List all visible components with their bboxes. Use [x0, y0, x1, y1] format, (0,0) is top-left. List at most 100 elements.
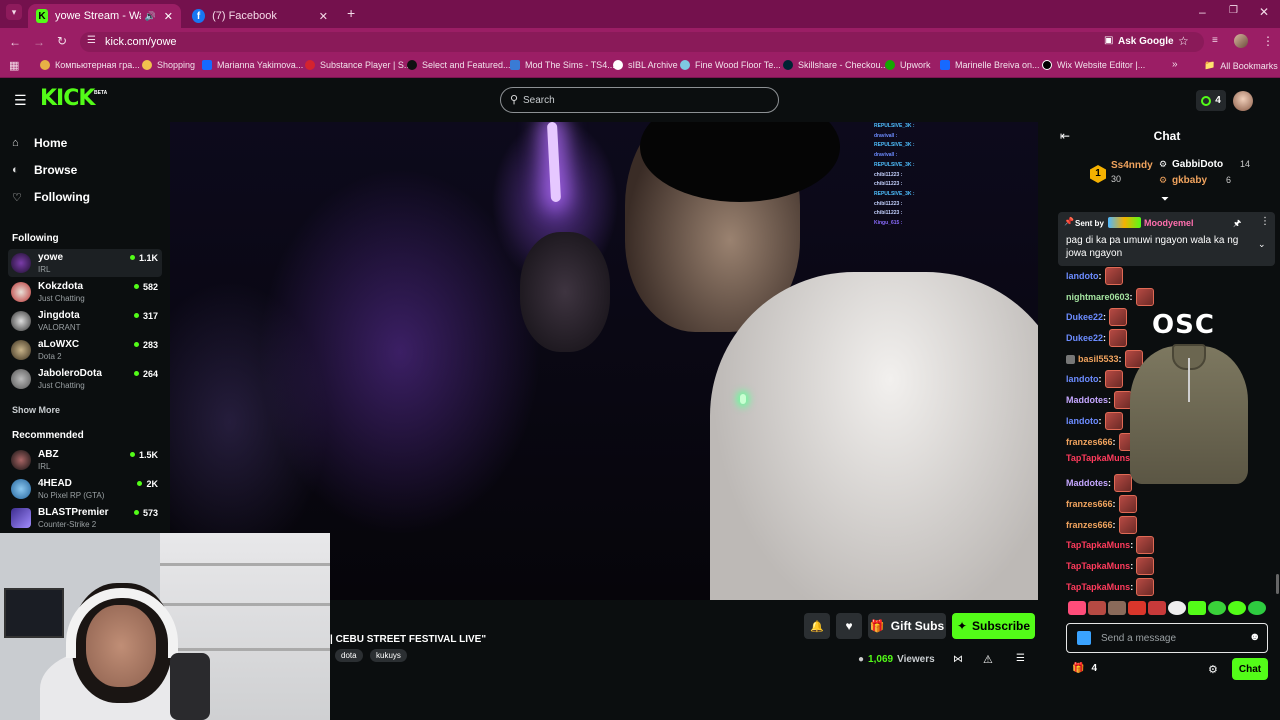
sidebar-channel-alowxc[interactable]: aLoWXC Dota 2 283: [8, 336, 162, 364]
follow-heart-button[interactable]: ♥: [836, 613, 862, 639]
show-more-link[interactable]: Show More: [12, 405, 60, 415]
back-icon[interactable]: ←: [9, 35, 21, 49]
emote-icon[interactable]: [1068, 601, 1086, 615]
profile-avatar[interactable]: [1234, 34, 1248, 48]
user-avatar[interactable]: [1233, 91, 1253, 111]
send-chat-button[interactable]: Chat: [1232, 658, 1268, 680]
google-lens-icon[interactable]: ▣: [1104, 35, 1113, 46]
nav-browse[interactable]: ◐ Browse: [12, 163, 77, 177]
bookmark-item[interactable]: Upwork: [885, 60, 931, 70]
chat-username[interactable]: landoto: [1066, 416, 1099, 426]
emoji-picker-icon[interactable]: ☻: [1249, 631, 1261, 643]
menu-dots-icon[interactable]: ⋮: [1262, 34, 1274, 48]
emote-icon[interactable]: [1168, 601, 1186, 615]
chat-username[interactable]: landoto: [1066, 374, 1099, 384]
sidebar-channel-jingdota[interactable]: Jingdota VALORANT 317: [8, 307, 162, 335]
tag-chip[interactable]: kukuys: [370, 649, 407, 662]
bookmark-item[interactable]: Marianna Yakimova...: [202, 60, 303, 70]
emote-icon[interactable]: [1108, 601, 1126, 615]
chat-settings-icon[interactable]: ⚙: [1208, 663, 1218, 676]
emote-icon[interactable]: [1088, 601, 1106, 615]
chat-username[interactable]: franzes666: [1066, 437, 1113, 447]
sidebar-channel-blastpremier[interactable]: BLASTPremier Counter-Strike 2 573: [8, 504, 162, 532]
sidebar-channel-4head[interactable]: 4HEAD No Pixel RP (GTA) 2K: [8, 475, 162, 503]
notification-bell-button[interactable]: 🔔: [804, 613, 830, 639]
bookmark-item[interactable]: Marinelle Breiva on...: [940, 60, 1040, 70]
bookmark-item[interactable]: Select and Featured...: [407, 60, 511, 70]
emote-icon[interactable]: [1148, 601, 1166, 615]
subscribe-button[interactable]: ✦ Subscribe: [952, 613, 1035, 639]
sidebar-channel-kokzdota[interactable]: Kokzdota Just Chatting 582: [8, 278, 162, 306]
chat-username[interactable]: landoto: [1066, 271, 1099, 281]
kick-points-button[interactable]: 4: [1196, 90, 1226, 111]
speaker-icon[interactable]: 🔊: [145, 11, 156, 22]
video-player[interactable]: REPULSIVE_3K : dravivall : REPULSIVE_3K …: [170, 122, 1038, 600]
maximize-icon[interactable]: ❐: [1229, 5, 1238, 16]
nav-home[interactable]: ⌂ Home: [12, 136, 67, 150]
hamburger-menu-icon[interactable]: ☰: [14, 92, 27, 109]
emote-icon[interactable]: [1208, 601, 1226, 615]
apps-grid-icon[interactable]: ▦: [9, 59, 19, 72]
all-bookmarks-folder[interactable]: 📁 All Bookmarks: [1204, 60, 1278, 71]
tab-search-icon[interactable]: ▾: [6, 4, 22, 20]
bookmark-item[interactable]: Mod The Sims - TS4...: [510, 60, 615, 70]
tab-facebook[interactable]: f (7) Facebook ✕: [184, 4, 336, 28]
chevron-down-icon[interactable]: ⌄: [1258, 239, 1266, 250]
expand-leaderboard-icon[interactable]: ⏷: [1161, 194, 1169, 205]
channel-points[interactable]: 🎁 4: [1072, 663, 1097, 674]
chat-username[interactable]: nightmare0603: [1066, 292, 1130, 302]
emote-icon[interactable]: [1128, 601, 1146, 615]
chat-username[interactable]: TapTapkaMuns: [1066, 540, 1130, 550]
sidebar-channel-jabolerodota[interactable]: JaboleroDota Just Chatting 264: [8, 365, 162, 393]
bookmark-item[interactable]: Wix Website Editor |...: [1042, 60, 1145, 70]
close-window-icon[interactable]: ✕: [1259, 5, 1269, 19]
emote-icon[interactable]: [1248, 601, 1266, 615]
ask-google-button[interactable]: Ask Google: [1118, 36, 1174, 47]
chat-username[interactable]: Dukee22: [1066, 312, 1103, 322]
bookmark-item[interactable]: Skillshare - Checkou...: [783, 60, 888, 70]
chat-username[interactable]: TapTapkaMuns: [1066, 561, 1130, 571]
bookmark-item[interactable]: Shopping: [142, 60, 195, 70]
new-tab-icon[interactable]: +: [347, 5, 355, 21]
tab-close-icon[interactable]: ✕: [319, 10, 328, 23]
tab-close-icon[interactable]: ✕: [164, 10, 173, 23]
url-field[interactable]: ☰ kick.com/yowe ▣ Ask Google ☆: [80, 32, 1204, 52]
bookmark-star-icon[interactable]: ☆: [1178, 34, 1189, 48]
forward-icon[interactable]: →: [33, 35, 45, 49]
chat-username[interactable]: Maddotes: [1066, 478, 1108, 488]
chat-username[interactable]: franzes666: [1066, 520, 1113, 530]
pinned-options-icon[interactable]: ⋮: [1260, 216, 1270, 227]
search-box[interactable]: ⚲ Search: [500, 87, 779, 113]
share-icon[interactable]: ⋈: [953, 654, 963, 665]
reading-list-icon[interactable]: ≡: [1212, 35, 1218, 46]
chat-message-input[interactable]: Send a message: [1101, 633, 1176, 644]
search-input[interactable]: Search: [523, 95, 555, 106]
more-options-icon[interactable]: ☰: [1016, 653, 1025, 664]
chat-username[interactable]: TapTapkaMuns: [1066, 582, 1130, 592]
bookmark-item[interactable]: Substance Player | S...: [305, 60, 411, 70]
chat-scrollbar[interactable]: [1276, 574, 1279, 594]
report-icon[interactable]: ⚠: [983, 653, 993, 666]
kick-logo[interactable]: KICK: [40, 86, 95, 111]
chat-username[interactable]: basil5533: [1078, 354, 1119, 364]
tag-chip[interactable]: dota: [335, 649, 363, 662]
tab-yowe[interactable]: K yowe Stream - Watch Live o 🔊 ✕: [28, 4, 181, 28]
emote-icon[interactable]: [1228, 601, 1246, 615]
bookmark-item[interactable]: sIBL Archive: [613, 60, 678, 70]
emote-icon[interactable]: [1188, 601, 1206, 615]
site-info-icon[interactable]: ☰: [87, 35, 96, 46]
reload-icon[interactable]: ↻: [57, 34, 67, 48]
nav-following[interactable]: ♡ Following: [12, 190, 90, 204]
gift-subs-button[interactable]: 🎁 Gift Subs: [868, 613, 946, 639]
sidebar-channel-abz[interactable]: ABZ IRL 1.5K: [8, 446, 162, 474]
minimize-icon[interactable]: –: [1199, 5, 1206, 19]
chat-username[interactable]: Dukee22: [1066, 333, 1103, 343]
chat-username[interactable]: Maddotes: [1066, 395, 1108, 405]
bookmark-item[interactable]: Fine Wood Floor Te...: [680, 60, 781, 70]
chat-username[interactable]: franzes666: [1066, 499, 1113, 509]
sidebar-channel-yowe[interactable]: yowe IRL 1.1K: [8, 249, 162, 277]
more-bookmarks-icon[interactable]: »: [1172, 59, 1178, 70]
unpin-icon[interactable]: 🖈: [1233, 216, 1241, 232]
chat-input-box[interactable]: Send a message ☻: [1066, 623, 1268, 653]
bookmark-item[interactable]: Компьютерная гра...: [40, 60, 140, 70]
